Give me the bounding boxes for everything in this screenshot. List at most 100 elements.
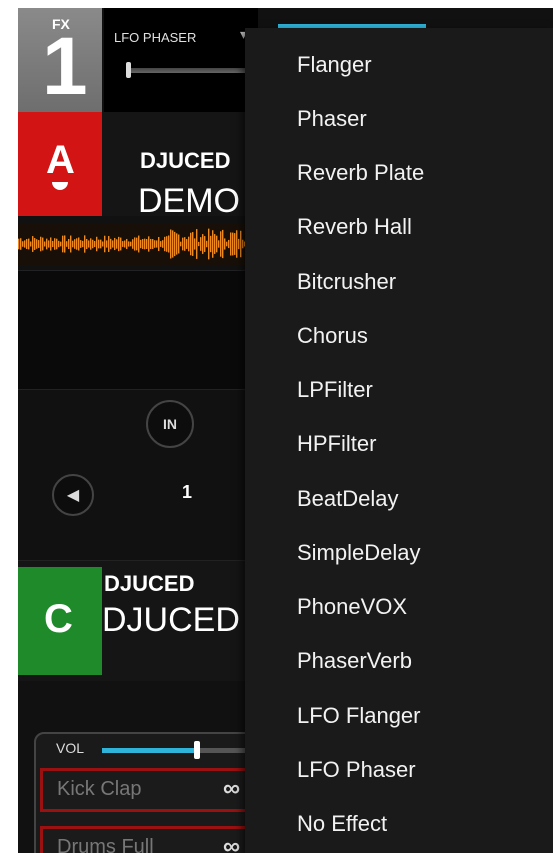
menu-item-chorus[interactable]: Chorus [297,323,368,349]
loop-prev-icon[interactable]: ◀ [52,474,94,516]
waveform-bar [78,237,80,251]
deck-c-letter: C [44,597,73,641]
deck-a-badge[interactable]: A [18,112,102,216]
waveform-bar [32,236,34,252]
fx-slider-knob[interactable] [126,62,131,78]
menu-item-phonevox[interactable]: PhoneVOX [297,594,407,620]
waveform-bar [216,235,218,253]
waveform-bar [72,240,74,248]
menu-item-lfo-phaser[interactable]: LFO Phaser [297,757,416,783]
sampler-volume-slider[interactable] [102,741,252,759]
menu-item-lpfilter[interactable]: LPFilter [297,377,373,403]
deck-c-title: DJUCED [102,601,240,639]
waveform-bar [58,240,60,248]
waveform-bar [192,232,194,256]
deck-c-badge[interactable]: C [18,567,102,675]
fx-slot-1-slider[interactable] [126,62,248,78]
waveform-bar [60,241,62,247]
waveform-bar [118,236,120,252]
waveform-bar [220,231,222,257]
waveform-bar [230,232,232,256]
waveform-bar [228,239,230,249]
waveform-bar [202,234,204,254]
waveform-bar [94,240,96,248]
menu-item-simpledelay[interactable]: SimpleDelay [297,540,421,566]
waveform-bar [226,241,228,247]
waveform-bar [218,240,220,248]
waveform-bar [108,236,110,252]
waveform-bar [122,241,124,247]
waveform-bar [56,238,58,250]
waveform-bar [106,240,108,248]
waveform-bar [132,239,134,249]
waveform-bar [240,230,242,258]
waveform-bar [130,241,132,247]
waveform-bar [36,239,38,249]
waveform-bar [158,236,160,252]
menu-item-bitcrusher[interactable]: Bitcrusher [297,269,396,295]
waveform-bar [148,236,150,252]
waveform-bar [184,237,186,251]
menu-item-flanger[interactable]: Flanger [297,52,372,78]
waveform-bar [42,237,44,251]
waveform-bar [64,235,66,253]
waveform-bar [206,240,208,248]
menu-item-beatdelay[interactable]: BeatDelay [297,486,399,512]
waveform-bar [178,234,180,254]
sampler-volume-knob[interactable] [193,741,200,759]
waveform-bar [110,238,112,250]
menu-item-no-effect[interactable]: No Effect [297,811,387,837]
sampler-pad-name: Drums Full [57,836,154,853]
waveform-bar [142,239,144,249]
waveform-bar [156,240,158,248]
sampler-pad-loop-icon[interactable]: ∞ [223,833,240,853]
fx-unit-number: 1 [42,21,88,112]
waveform-bar [90,238,92,250]
waveform-bar [82,240,84,248]
waveform-graphic [18,228,248,260]
waveform-bar [74,239,76,249]
waveform-bar [102,241,104,247]
deck-a-eject-icon [52,182,68,190]
deck-a-artist: DJUCED [140,148,231,173]
sampler-volume-fill [102,748,197,753]
waveform-bar [18,238,20,250]
waveform-bar [160,241,162,247]
menu-item-phaser[interactable]: Phaser [297,106,367,132]
waveform-bar [170,229,172,259]
menu-item-lfo-flanger[interactable]: LFO Flanger [297,703,421,729]
waveform-bar [194,238,196,250]
waveform-bar [204,236,206,252]
effect-dropdown-menu: Flanger Phaser Reverb Plate Reverb Hall … [245,28,553,853]
waveform-bar [242,239,244,249]
waveform-bar [172,230,174,258]
sampler-vol-label: VOL [56,740,85,756]
sampler-pad-loop-icon[interactable]: ∞ [223,775,240,803]
waveform-bar [154,240,156,248]
menu-item-hpfilter[interactable]: HPFilter [297,431,376,457]
fx-unit-tile[interactable]: FX 1 [18,8,102,112]
waveform-bar [208,228,210,260]
deck-a-letter: A [46,138,75,182]
waveform-bar [222,229,224,259]
fx-slot-1[interactable]: LFO PHASER ▾ [104,8,258,112]
loop-in-button[interactable]: IN [146,400,194,448]
waveform-bar [182,237,184,251]
waveform-bar [40,236,42,252]
waveform-bar [68,239,70,249]
waveform-bar [144,238,146,250]
waveform-bar [146,239,148,249]
waveform-bar [164,236,166,252]
waveform-bar [100,239,102,249]
waveform-bar [28,238,30,250]
waveform-bar [210,235,212,253]
menu-item-reverb-hall[interactable]: Reverb Hall [297,214,412,240]
waveform-bar [104,235,106,253]
menu-item-reverb-plate[interactable]: Reverb Plate [297,160,424,186]
waveform-bar [138,235,140,253]
deck-a-waveform[interactable] [18,223,248,265]
menu-item-phaserverb[interactable]: PhaserVerb [297,648,412,674]
waveform-bar [112,240,114,248]
waveform-bar [46,238,48,250]
waveform-bar [120,237,122,251]
